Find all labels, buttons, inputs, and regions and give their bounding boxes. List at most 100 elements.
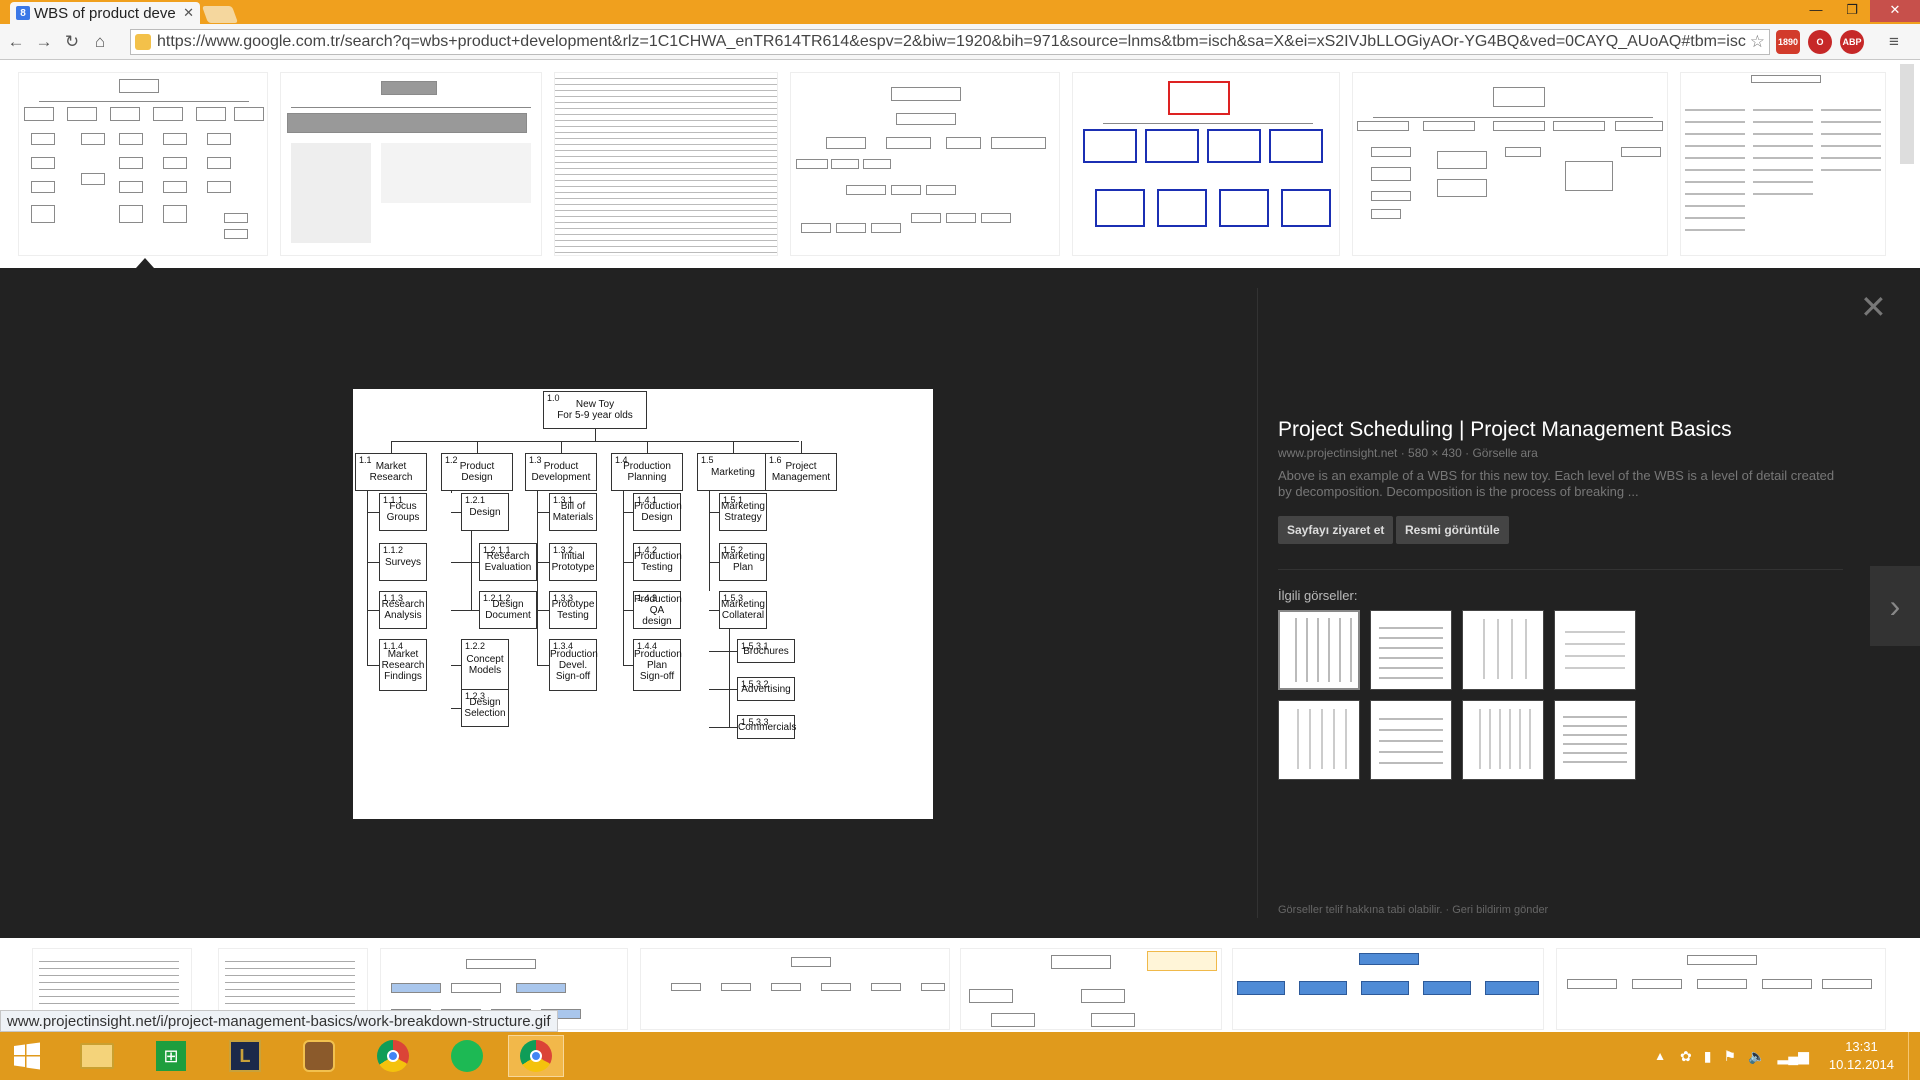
related-image[interactable] xyxy=(1370,610,1452,690)
battery-icon[interactable]: ▮ xyxy=(1704,1048,1712,1065)
connector-line xyxy=(367,562,379,563)
wbs-node-number: 1.5.1 xyxy=(723,495,744,505)
chrome-active-icon[interactable] xyxy=(508,1035,564,1077)
address-url[interactable]: https://www.google.com.tr/search?q=wbs+p… xyxy=(157,33,1746,51)
related-image[interactable] xyxy=(1554,610,1636,690)
connector-line xyxy=(623,665,633,666)
connector-line xyxy=(623,512,633,513)
preview-title[interactable]: Project Scheduling | Project Management … xyxy=(1278,418,1732,442)
result-thumbnail-text-wbs[interactable] xyxy=(1680,72,1886,256)
result-thumbnail[interactable] xyxy=(1232,948,1544,1030)
chrome-icon[interactable] xyxy=(366,1035,420,1077)
preview-image[interactable]: 1.0 New Toy For 5-9 year olds 1.1 Market Rese… xyxy=(353,389,933,819)
connector-line xyxy=(623,562,633,563)
connector-line xyxy=(537,610,549,611)
clock-time: 13:31 xyxy=(1845,1039,1878,1054)
copyright-notice[interactable]: Görseller telif hakkına tabi olabilir. ·… xyxy=(1278,904,1548,916)
next-image-arrow-icon[interactable]: › xyxy=(1870,566,1920,646)
browser-tab[interactable]: 8 WBS of product deve ✕ xyxy=(10,2,200,24)
related-image[interactable] xyxy=(1278,610,1360,690)
file-explorer-icon[interactable] xyxy=(70,1035,124,1077)
selected-pointer xyxy=(136,258,154,268)
result-thumbnail[interactable] xyxy=(960,948,1222,1030)
wbs-node-number: 1.0 xyxy=(547,393,560,403)
connector-line xyxy=(367,665,379,666)
wbs-node-number: 1.1.1 xyxy=(383,495,404,505)
league-of-legends-icon[interactable]: L xyxy=(218,1035,272,1077)
wbs-node-number: 1.4.1 xyxy=(637,495,658,505)
back-icon[interactable]: ← xyxy=(4,30,28,54)
clock-date: 10.12.2014 xyxy=(1828,1057,1894,1072)
related-image[interactable] xyxy=(1370,700,1452,780)
home-icon[interactable]: ⌂ xyxy=(88,30,112,54)
connector-line xyxy=(623,610,633,611)
image-preview-panel: 1.0 New Toy For 5-9 year olds 1.1 Market Rese… xyxy=(0,268,1920,938)
wbs-node: 1.5.3.3 Commercials xyxy=(737,715,796,739)
connector-line xyxy=(367,610,379,611)
wbs-node-label: Testing xyxy=(557,610,589,621)
wbs-node-label: Collateral xyxy=(721,610,765,621)
hearthstone-icon[interactable] xyxy=(292,1035,346,1077)
result-thumbnail[interactable] xyxy=(640,948,950,1030)
page-scrollbar[interactable] xyxy=(1900,64,1914,164)
wbs-node-label: Plan xyxy=(646,659,667,671)
close-preview-icon[interactable]: ✕ xyxy=(1860,288,1887,326)
wbs-node-label: Strategy xyxy=(724,512,762,523)
show-desktop-button[interactable] xyxy=(1908,1032,1920,1080)
connector-line xyxy=(537,491,538,665)
result-thumbnail-selected[interactable] xyxy=(18,72,268,256)
new-tab-button[interactable] xyxy=(201,6,239,23)
result-thumbnail[interactable] xyxy=(1556,948,1886,1030)
connector-line xyxy=(709,512,719,513)
wbs-node-number: 1.5 xyxy=(701,455,714,465)
visit-page-button[interactable]: Sayfayı ziyaret et xyxy=(1278,516,1394,544)
connector-line xyxy=(647,441,648,453)
connector-line xyxy=(367,491,368,665)
forward-icon[interactable]: → xyxy=(32,30,56,54)
result-thumbnail-aircraft-wbs[interactable] xyxy=(280,72,542,256)
connector-line xyxy=(595,429,596,441)
taskbar-clock[interactable]: 13:31 10.12.2014 xyxy=(1829,1038,1894,1074)
wbs-node-label: Design xyxy=(641,512,673,523)
start-button-icon[interactable] xyxy=(0,1035,54,1077)
tray-app-icon[interactable]: ✿ xyxy=(1680,1048,1692,1065)
adblock-plus-icon[interactable]: ABP xyxy=(1840,30,1864,54)
wbs-node-number: 1.1 xyxy=(359,455,372,465)
spotify-icon[interactable] xyxy=(440,1035,494,1077)
connector-line xyxy=(471,531,472,610)
related-image[interactable] xyxy=(1462,610,1544,690)
view-image-button[interactable]: Resmi görüntüle xyxy=(1396,516,1509,544)
wbs-node: 1.2.3 Design Selection xyxy=(461,689,509,727)
related-image[interactable] xyxy=(1462,700,1544,780)
result-thumbnail-customer-data[interactable] xyxy=(1352,72,1668,256)
reload-icon[interactable]: ↻ xyxy=(60,30,84,54)
store-icon[interactable]: ⊞ xyxy=(144,1035,198,1077)
maximize-button[interactable]: ❐ xyxy=(1834,0,1870,22)
result-thumbnail-wbs-table[interactable] xyxy=(554,72,778,256)
wbs-node: 1.2.2 Concept Models xyxy=(461,639,509,691)
related-image[interactable] xyxy=(1554,700,1636,780)
related-image[interactable] xyxy=(1278,700,1360,780)
wbs-node-number: 1.4.3 xyxy=(637,593,658,603)
wbs-node: 1.2.1 Design xyxy=(461,493,509,531)
wbs-node: 1.1.4 Market Research Findings xyxy=(379,639,427,691)
menu-icon[interactable]: ≡ xyxy=(1882,30,1906,54)
network-signal-icon[interactable]: ▂▄▆ xyxy=(1777,1048,1808,1065)
bookmark-star-icon[interactable]: ☆ xyxy=(1746,32,1769,52)
result-thumbnail-av-system[interactable] xyxy=(790,72,1060,256)
extension-opera-icon[interactable]: O xyxy=(1808,30,1832,54)
wbs-node-number: 1.2.3 xyxy=(465,691,486,701)
minimize-button[interactable]: — xyxy=(1798,0,1834,22)
address-bar[interactable]: https://www.google.com.tr/search?q=wbs+p… xyxy=(130,29,1770,55)
extension-calendar-icon[interactable]: 1890 xyxy=(1776,30,1800,54)
wbs-node-label: Sign-off xyxy=(639,670,675,682)
action-center-flag-icon[interactable]: ⚑ xyxy=(1723,1048,1736,1065)
volume-icon[interactable]: 🔈 xyxy=(1748,1048,1765,1065)
tray-expand-icon[interactable]: ▲ xyxy=(1654,1049,1666,1063)
wbs-node-label: Plan xyxy=(732,562,753,573)
connector-line xyxy=(451,562,479,563)
result-thumbnail-technology-development[interactable] xyxy=(1072,72,1340,256)
wbs-node-number: 1.4.4 xyxy=(637,641,658,651)
tab-close-icon[interactable]: ✕ xyxy=(183,5,194,21)
window-close-button[interactable]: ✕ xyxy=(1870,0,1920,22)
